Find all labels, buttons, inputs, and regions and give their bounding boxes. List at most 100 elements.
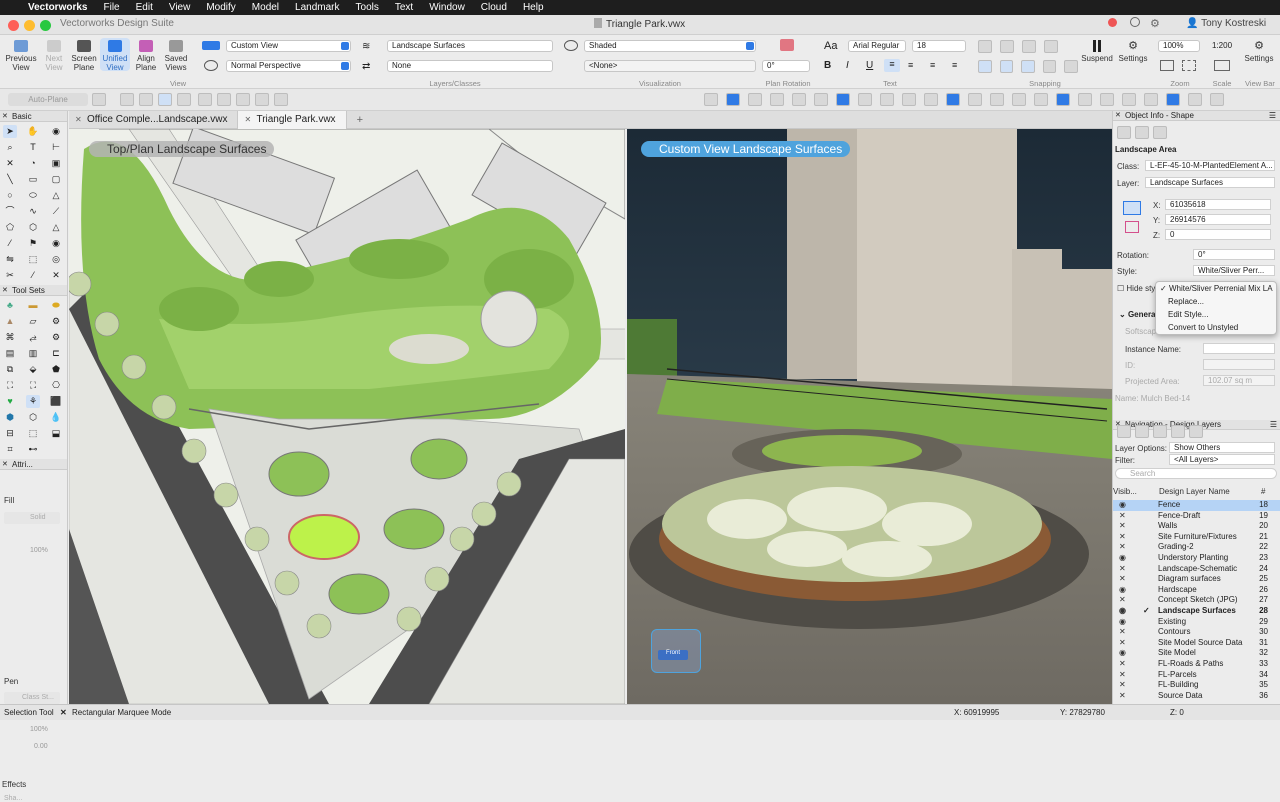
render-mode-select[interactable]: Shaded (584, 40, 756, 52)
search-icon[interactable] (1130, 17, 1140, 27)
visibility-icon[interactable]: ✕ (1119, 627, 1126, 638)
clip-tool-icon[interactable]: ✕ (49, 269, 63, 282)
previous-view-button[interactable]: Previous View (4, 40, 38, 72)
snap-intersection-icon[interactable] (1044, 40, 1058, 53)
reshape-tool-icon[interactable]: ⬚ (26, 253, 40, 266)
view-tool-2[interactable] (726, 93, 740, 106)
mode-icon-4[interactable] (177, 93, 191, 106)
view-tool-7[interactable] (836, 93, 850, 106)
toolset-17-icon[interactable]: ⛶ (26, 379, 40, 392)
toolset-23-icon[interactable]: ⬡ (26, 411, 40, 424)
layer-row[interactable]: ✕ Walls 20 (1113, 521, 1280, 532)
delete-tool-icon[interactable]: ✕ (3, 157, 17, 170)
layer-row[interactable]: ◉ ✓ Landscape Surfaces 28 (1113, 606, 1280, 617)
class-select[interactable]: None (387, 60, 553, 72)
nav-tab-views-icon[interactable] (1171, 425, 1185, 438)
view-tool-5[interactable] (792, 93, 806, 106)
align-plane-button[interactable]: Align Plane (132, 40, 160, 72)
layer-row[interactable]: ✕ Site Furniture/Fixtures 21 (1113, 532, 1280, 543)
nav-tab-layers-icon[interactable] (1135, 425, 1149, 438)
hexagon-tool-icon[interactable]: ⬡ (26, 221, 40, 234)
visibility-icon[interactable]: ✕ (1119, 542, 1126, 553)
perspective-view-pane[interactable]: Custom View Landscape Surfaces Front (627, 129, 1112, 704)
search-input[interactable]: Search (1115, 468, 1277, 479)
z-field[interactable]: 0 (1165, 229, 1271, 240)
mirror-tool-icon[interactable]: ⇋ (3, 253, 17, 266)
view-tool-24[interactable] (1210, 93, 1224, 106)
font-size-select[interactable]: 18 (912, 40, 966, 52)
view-tool-9[interactable] (880, 93, 894, 106)
toolset-15-icon[interactable]: ⬟ (49, 363, 63, 376)
menu-model[interactable]: Model (244, 0, 287, 15)
add-tab-button[interactable]: + (347, 114, 363, 126)
menu-tools[interactable]: Tools (348, 0, 387, 15)
saved-views-button[interactable]: Saved Views (162, 40, 190, 72)
x-field[interactable]: 61035618 (1165, 199, 1271, 210)
align-left-button[interactable]: ≡ (884, 59, 900, 72)
visibility-icon[interactable]: ◉ (1119, 606, 1126, 617)
menu-landmark[interactable]: Landmark (287, 0, 347, 15)
next-view-button[interactable]: Next View (40, 40, 68, 72)
close-icon[interactable]: ✕ (60, 705, 67, 720)
toolset-22-icon[interactable]: ⬢ (3, 411, 17, 424)
toolset-14-icon[interactable]: ⬙ (26, 363, 40, 376)
render-mode-icon[interactable] (564, 40, 578, 51)
polygon-mode-icon[interactable] (255, 93, 269, 106)
visibility-icon[interactable]: ✕ (1119, 521, 1126, 532)
y-field[interactable]: 26914576 (1165, 214, 1271, 225)
classes-icon[interactable]: ⇄ (362, 61, 370, 72)
effects-select[interactable]: Sha... (4, 795, 22, 802)
style-option-replace[interactable]: Replace... (1156, 295, 1276, 308)
visibility-icon[interactable]: ✕ (1119, 691, 1126, 702)
toolset-9-icon[interactable]: ⚙ (49, 331, 63, 344)
toolsets-header[interactable]: Tool Sets (0, 285, 67, 296)
style-option-edit[interactable]: Edit Style... (1156, 308, 1276, 321)
fit-to-window-icon[interactable] (1160, 60, 1174, 71)
menu-file[interactable]: File (95, 0, 127, 15)
view-tool-16[interactable] (1034, 93, 1048, 106)
col-visibility[interactable]: Visib... (1113, 487, 1137, 496)
zoom-selection-icon[interactable] (1182, 60, 1196, 71)
menu-edit[interactable]: Edit (128, 0, 161, 15)
fence-icon[interactable]: ⌘ (3, 331, 17, 344)
layer-select[interactable]: Landscape Surfaces (387, 40, 553, 52)
path-icon[interactable]: ⥄ (26, 331, 40, 344)
projection-select[interactable]: Normal Perspective (226, 60, 351, 72)
toolset-20-icon[interactable]: ⚘ (26, 395, 40, 408)
view-tool-3[interactable] (748, 93, 762, 106)
bold-button[interactable]: B (824, 60, 831, 71)
oval-tool-icon[interactable]: ⬭ (26, 189, 40, 202)
massing-icon[interactable]: ▱ (26, 315, 40, 328)
toolset-19-icon[interactable]: ♥ (3, 395, 17, 408)
visibility-icon[interactable]: ◉ (1119, 648, 1126, 659)
snap-surface-icon[interactable] (1021, 60, 1035, 73)
view-tool-4[interactable] (770, 93, 784, 106)
visibility-icon[interactable]: ◉ (1119, 617, 1126, 628)
snap-plane-icon[interactable] (1042, 60, 1057, 73)
view-tool-19[interactable] (1100, 93, 1114, 106)
plan-rotation-icon[interactable] (780, 39, 794, 51)
shape-tool-icon[interactable]: △ (49, 221, 63, 234)
close-icon[interactable]: ✕ (244, 111, 251, 129)
data-tab-icon[interactable] (1135, 126, 1149, 139)
id-field[interactable] (1203, 359, 1275, 370)
snap-distance-icon[interactable] (978, 60, 992, 73)
zoom-tool-icon[interactable]: ⌕ (3, 141, 17, 154)
zoom-field[interactable]: 100% (1158, 40, 1200, 52)
toolset-11-icon[interactable]: ▥ (26, 347, 40, 360)
render-tab-icon[interactable] (1153, 126, 1167, 139)
toolset-13-icon[interactable]: ⧉ (3, 363, 17, 376)
layer-row[interactable]: ✕ FL-Parcels 34 (1113, 670, 1280, 681)
mode-icon-1[interactable] (120, 93, 134, 106)
site-planning-icon[interactable]: ♣ (3, 299, 17, 312)
rectangle-tool-icon[interactable]: ▭ (26, 173, 40, 186)
view-tool-22[interactable] (1166, 93, 1180, 106)
attribute-tool-icon[interactable]: ⚑ (26, 237, 40, 250)
layer-row[interactable]: ✕ Grading-2 22 (1113, 542, 1280, 553)
layer-options-select[interactable]: Show Others (1169, 442, 1275, 453)
pen-style-select[interactable]: Class St... (4, 692, 60, 704)
rounded-rect-tool-icon[interactable]: ▢ (49, 173, 63, 186)
hide-style-checkbox[interactable]: ☐ Hide sty (1117, 284, 1155, 293)
layer-row[interactable]: ✕ Landscape-Schematic 24 (1113, 564, 1280, 575)
hardscape-icon[interactable]: ▲ (3, 315, 17, 328)
